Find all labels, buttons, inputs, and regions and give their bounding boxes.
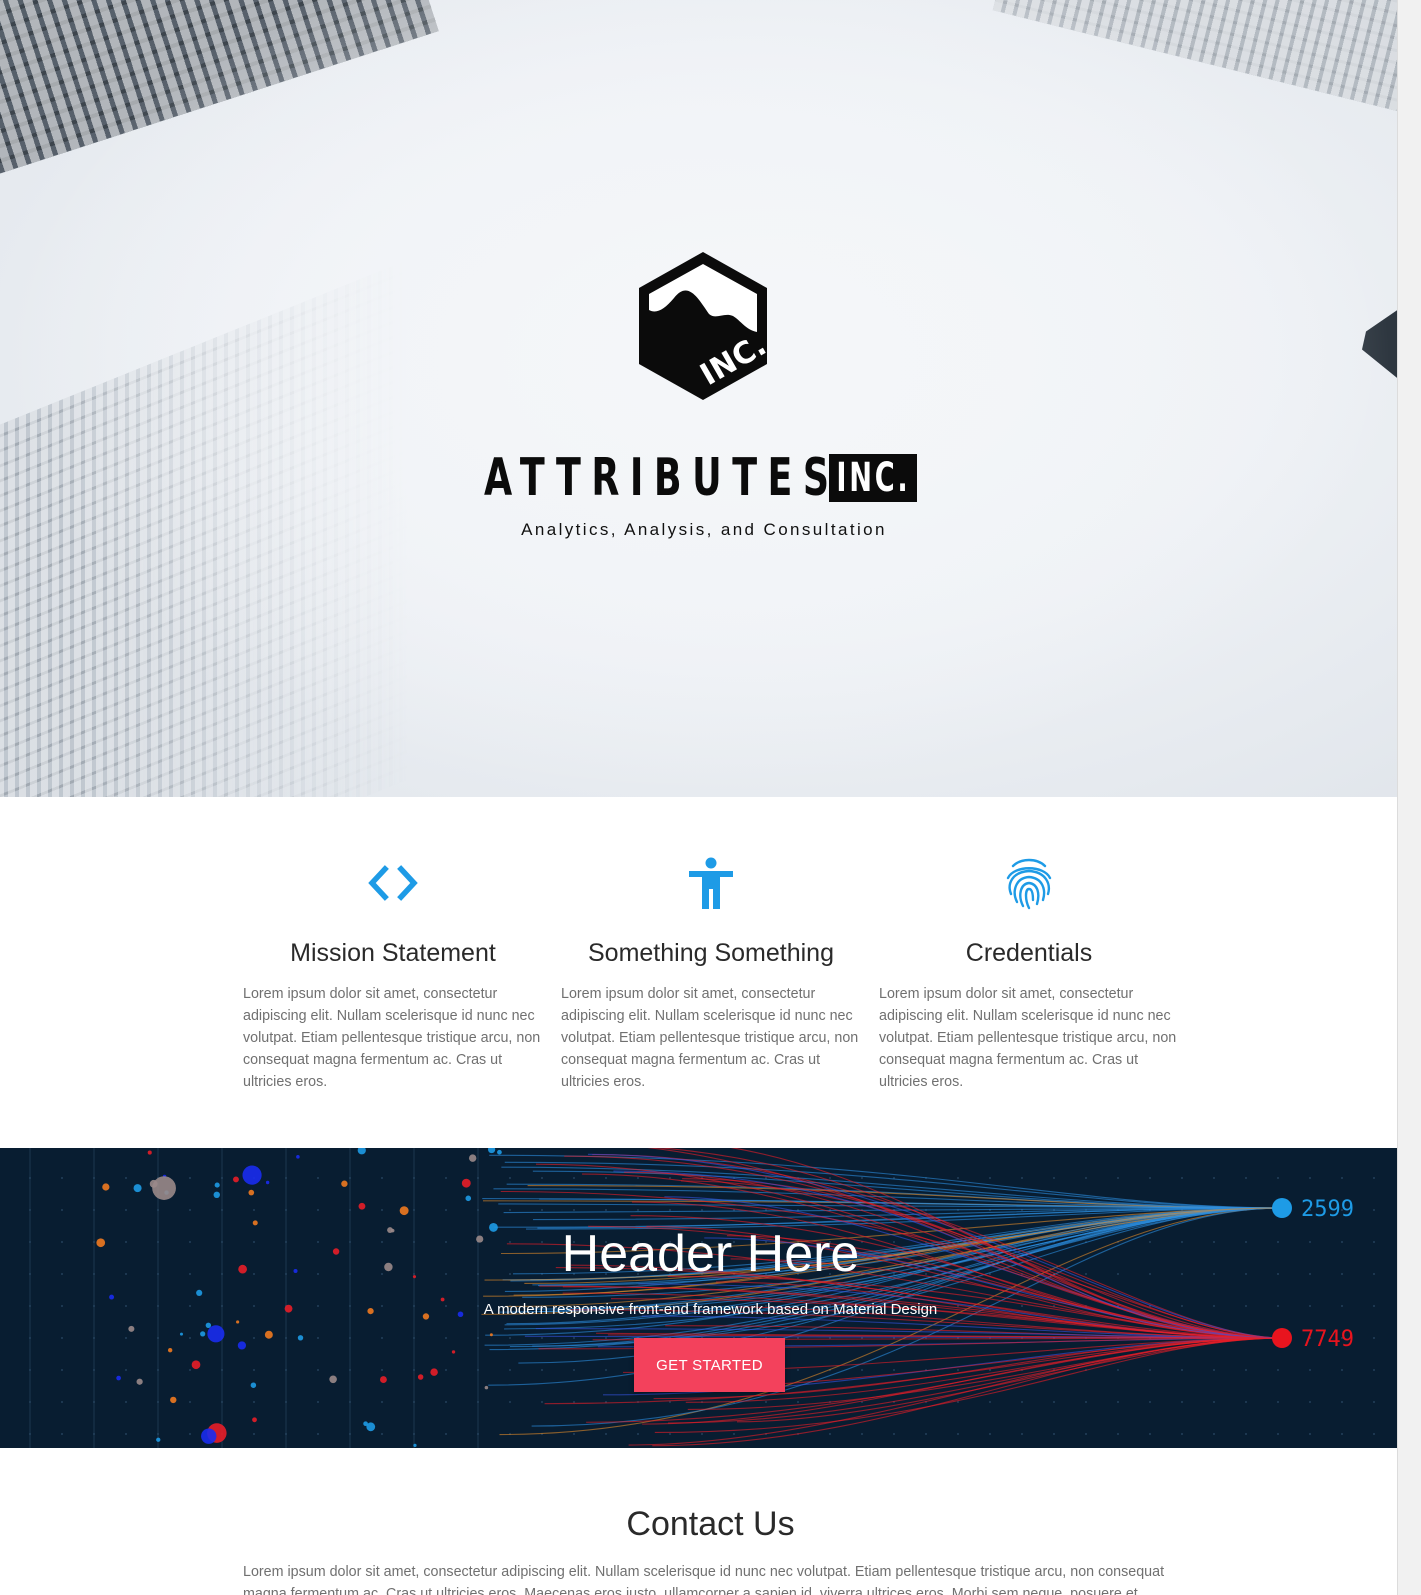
contact-section: Contact Us Lorem ipsum dolor sit amet, c… (0, 1448, 1397, 1595)
brand-name: ATTRIBUTES (484, 448, 840, 508)
banner-subtitle: A modern responsive front-end framework … (483, 1301, 938, 1318)
contact-title: Contact Us (626, 1505, 795, 1543)
feature-text: Lorem ipsum dolor sit amet, consectetur … (561, 986, 859, 1090)
stat-blue-label: 2599 (1301, 1197, 1354, 1222)
hero-section: INC. ATTRIBUTES INC. Analytics, Analysis… (0, 0, 1397, 797)
brand-wordmark: ATTRIBUTES INC. (484, 448, 917, 508)
banner-title: Header Here (561, 1225, 860, 1283)
fingerprint-icon (1006, 858, 1052, 910)
feature-text: Lorem ipsum dolor sit amet, consectetur … (243, 986, 541, 1090)
features-section: Mission Statement Lorem ipsum dolor sit … (0, 797, 1397, 1148)
contact-text: Lorem ipsum dolor sit amet, consectetur … (243, 1564, 1165, 1595)
code-brackets-icon (368, 865, 418, 901)
get-started-button[interactable]: GET STARTED (634, 1338, 785, 1392)
tagline: Analytics, Analysis, and Consultation (521, 520, 887, 539)
feature-title: Something Something (588, 939, 834, 967)
feature-text: Lorem ipsum dolor sit amet, consectetur … (879, 986, 1177, 1090)
brand-suffix-badge: INC. (829, 454, 917, 502)
data-visualization-background: 2599 7749 (29, 1148, 1375, 1448)
stat-red-label: 7749 (1301, 1327, 1354, 1352)
accessibility-person-icon (689, 857, 733, 909)
logo-hexagon-icon: INC. (639, 252, 770, 400)
page-scrollbar[interactable] (1397, 0, 1421, 1595)
header-banner: 2599 7749 Header Here A modern responsive… (0, 1148, 1397, 1448)
feature-title: Credentials (965, 939, 1093, 967)
feature-title: Mission Statement (290, 939, 496, 967)
